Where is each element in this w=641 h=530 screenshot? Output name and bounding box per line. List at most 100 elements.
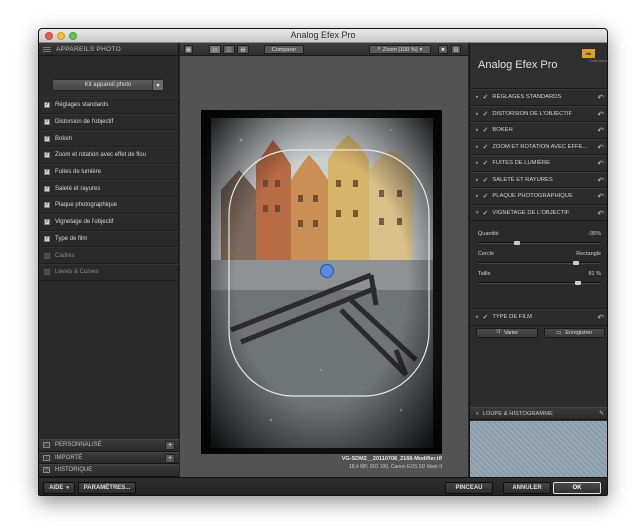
collapse-arrow-icon[interactable]: ▾ (476, 411, 479, 417)
checkbox-icon[interactable]: ✓ (44, 169, 50, 176)
section-standard-settings[interactable]: ▸ ✓ RÉGLAGES STANDARDS ↶ (470, 89, 607, 106)
filter-item[interactable]: ✓ Levels & Curves (39, 263, 179, 281)
filter-item[interactable]: ✓ Bokeh (39, 130, 179, 148)
checkbox-icon[interactable]: ✓ (44, 152, 50, 159)
background-color-icon[interactable]: ■ (438, 45, 448, 54)
window-title: Analog Efex Pro (290, 30, 356, 40)
reset-icon[interactable]: ↶ (597, 110, 604, 119)
camera-kit-select[interactable]: Kit appareil photo ▾ (52, 79, 164, 91)
section-zoom-rotation[interactable]: ▸ ✓ ZOOM ET ROTATION AVEC EFFE... ↶ (470, 138, 607, 155)
filter-item[interactable]: ✓ Réglages standards (39, 97, 179, 114)
filter-item[interactable]: ✓ Zoom et rotation avec effet de flou (39, 147, 179, 164)
expand-arrow-icon[interactable]: ▸ (476, 160, 479, 166)
checkbox-icon[interactable]: ✓ (44, 269, 50, 276)
save-preset-button[interactable]: ▭ Enregistrer (543, 327, 605, 338)
reset-icon[interactable]: ↶ (597, 159, 604, 168)
size-slider[interactable] (478, 281, 601, 285)
side-by-side-icon[interactable]: ▤ (237, 45, 249, 54)
section-dirt-scratches[interactable]: ▸ ✓ SALETÉ ET RAYURES ↶ (470, 171, 607, 188)
section-light-leaks[interactable]: ▸ ✓ FUITES DE LUMIÈRE ↶ (470, 155, 607, 172)
expand-arrow-icon[interactable]: ▸ (476, 127, 479, 133)
photo-preview[interactable] (201, 110, 442, 454)
help-button[interactable]: AIDE ▾ (43, 482, 75, 494)
panel-toggle-icon[interactable]: ▥ (451, 45, 461, 54)
enable-check-icon[interactable]: ✓ (483, 192, 489, 200)
amount-slider[interactable] (478, 241, 601, 245)
section-film-type[interactable]: ▸ ✓ TYPE DE FILM ↶ (470, 309, 607, 326)
enable-check-icon[interactable]: ✓ (483, 159, 489, 167)
filter-item[interactable]: ✓ Distorsion de l'objectif (39, 113, 179, 131)
layout-icon[interactable]: ▦ (184, 45, 193, 54)
collapse-arrow-icon[interactable]: ▾ (476, 210, 479, 216)
reset-icon[interactable]: ↶ (597, 209, 604, 218)
cameras-header[interactable]: APPAREILS PHOTO (39, 43, 178, 56)
checkbox-icon[interactable]: ✓ (44, 235, 50, 242)
cancel-button[interactable]: ANNULER (503, 482, 551, 494)
compare-button[interactable]: Comparer (264, 45, 304, 54)
enable-check-icon[interactable]: ✓ (483, 110, 489, 118)
reset-icon[interactable]: ↶ (597, 176, 604, 185)
reset-icon[interactable]: ↶ (597, 313, 604, 322)
brand-name: Analog Efex Pro (478, 59, 558, 71)
filter-item[interactable]: ✓ Vignetage de l'objectif (39, 213, 179, 231)
checkbox-icon[interactable]: ✓ (44, 252, 50, 259)
checkbox-icon[interactable]: ✓ (44, 102, 50, 109)
expand-arrow-icon[interactable]: ▸ (476, 94, 479, 100)
section-bokeh[interactable]: ▸ ✓ BOKEH ↶ (470, 122, 607, 139)
enable-check-icon[interactable]: ✓ (483, 176, 489, 184)
enable-check-icon[interactable]: ✓ (483, 143, 489, 151)
checkbox-icon[interactable]: ✓ (44, 202, 50, 209)
section-imported[interactable]: ↓ IMPORTÉ + (39, 451, 179, 464)
expand-arrow-icon[interactable]: ▸ (476, 177, 479, 183)
size-slider-thumb[interactable] (574, 281, 581, 285)
reset-icon[interactable]: ↶ (597, 126, 604, 135)
zoom-icon: ⌕ (377, 46, 381, 52)
expand-arrow-icon[interactable]: ▸ (476, 193, 479, 199)
shape-left-label: Cercle (478, 251, 494, 257)
checkbox-icon[interactable]: ✓ (44, 185, 50, 192)
section-label: PLAQUE PHOTOGRAPHIQUE (492, 193, 573, 200)
add-custom-button[interactable]: + (165, 441, 175, 450)
filter-item[interactable]: ✓ Cadres (39, 247, 179, 264)
enable-check-icon[interactable]: ✓ (483, 93, 489, 101)
pin-icon[interactable]: ✎ (599, 410, 604, 417)
enable-check-icon[interactable]: ✓ (483, 209, 489, 217)
single-view-icon[interactable]: ▭ (209, 45, 221, 54)
zoom-select[interactable]: ⌕ Zoom (100 %) ▾ (369, 45, 431, 54)
reset-icon[interactable]: ↶ (597, 93, 604, 102)
enable-check-icon[interactable]: ✓ (483, 126, 489, 134)
checkbox-icon[interactable]: ✓ (44, 119, 50, 126)
expand-arrow-icon[interactable]: ▸ (476, 111, 479, 117)
enable-check-icon[interactable]: ✓ (483, 313, 489, 321)
section-history[interactable]: ◷ HISTORIQUE (39, 464, 179, 477)
checkbox-icon[interactable]: ✓ (44, 135, 50, 142)
reset-icon[interactable]: ↶ (597, 192, 604, 201)
chevron-down-icon[interactable]: ▾ (152, 80, 163, 90)
filter-item[interactable]: ✓ Saleté et rayures (39, 180, 179, 198)
split-view-icon[interactable]: ◫ (223, 45, 235, 54)
filter-label: Bokeh (55, 135, 73, 142)
expand-arrow-icon[interactable]: ▸ (476, 314, 479, 320)
filter-item[interactable]: ✓ Plaque photographique (39, 197, 179, 214)
vignette-center-handle[interactable] (320, 264, 334, 278)
shape-slider[interactable] (478, 261, 601, 265)
section-lens-distortion[interactable]: ▸ ✓ DISTORSION DE L'OBJECTIF ↶ (470, 105, 607, 122)
amount-label: Quantité (478, 231, 499, 237)
amount-slider-thumb[interactable] (514, 241, 521, 245)
section-custom[interactable]: ▭ PERSONNALISÉ + (39, 439, 179, 452)
loupe-histogram-header[interactable]: ▾ LOUPE & HISTOGRAMME ✎ (470, 407, 607, 420)
add-imported-button[interactable]: + (165, 453, 175, 463)
expand-arrow-icon[interactable]: ▸ (476, 144, 479, 150)
reset-icon[interactable]: ↶ (597, 143, 604, 152)
ok-button[interactable]: OK (553, 482, 601, 494)
checkbox-icon[interactable]: ✓ (44, 219, 50, 226)
filter-item[interactable]: ✓ Fuites de lumière (39, 163, 179, 181)
brush-button[interactable]: PINCEAU (445, 482, 493, 494)
shape-slider-thumb[interactable] (573, 261, 580, 265)
vary-button[interactable]: ⤨ Varier (476, 327, 538, 338)
section-lens-vignette[interactable]: ▾ ✓ VIGNETAGE DE L'OBJECTIF ↶ (470, 204, 607, 221)
filter-item[interactable]: ✓ Type de film (39, 230, 179, 248)
settings-button[interactable]: PARAMÈTRES... (78, 482, 136, 494)
panel-grip-icon (43, 46, 51, 52)
section-photo-plate[interactable]: ▸ ✓ PLAQUE PHOTOGRAPHIQUE ↶ (470, 188, 607, 205)
